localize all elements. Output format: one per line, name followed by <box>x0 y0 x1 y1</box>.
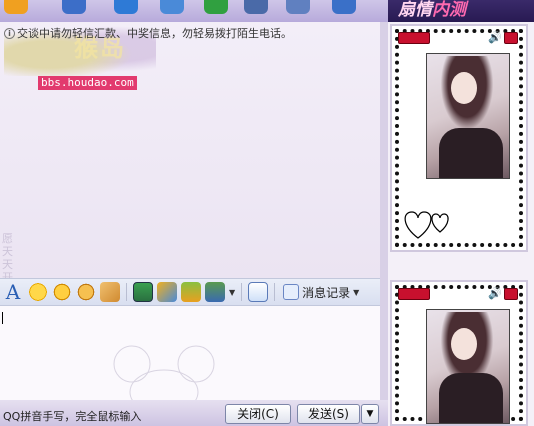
chat-history-pane[interactable]: 猴岛 bbs.houdao.com i 交谈中请勿轻信汇款、中奖信息，勿轻易拨打… <box>0 22 380 297</box>
history-icon <box>283 284 300 300</box>
magic-emoticon-icon[interactable] <box>52 282 72 302</box>
panel-divider[interactable] <box>380 22 388 400</box>
doodle-icon[interactable] <box>76 282 96 302</box>
info-icon: i <box>4 27 15 39</box>
text-cursor <box>2 312 3 324</box>
toolbar-separator <box>126 283 127 301</box>
shield-icon[interactable] <box>332 0 356 14</box>
logo-url: bbs.houdao.com <box>38 76 137 90</box>
show-badge[interactable] <box>398 288 430 300</box>
bottom-bar: QQ拼音手写，完全鼠标输入 关闭(C) 发送(S) ▼ <box>0 400 388 426</box>
promo-text-b: 内测 <box>432 0 466 20</box>
speaker-icon[interactable]: 🔊 <box>488 288 502 300</box>
chevron-down-icon[interactable]: ▼ <box>229 288 235 297</box>
add-icon[interactable] <box>204 0 228 14</box>
portrait-body <box>439 373 503 423</box>
promo-banner[interactable]: 扇情内测 <box>388 0 534 22</box>
gift-icon[interactable] <box>181 282 201 302</box>
top-toolbar <box>0 0 388 22</box>
music-icon[interactable] <box>157 282 177 302</box>
toolbar-separator <box>241 283 243 301</box>
chevron-down-icon: ▼ <box>353 287 360 297</box>
shake-icon[interactable] <box>100 282 120 302</box>
format-toolbar: A ▼ 消息记录 ▼ <box>0 278 380 306</box>
security-notice: i 交谈中请勿轻信汇款、中奖信息，勿轻易拨打陌生电话。 <box>4 25 292 41</box>
settings-icon[interactable] <box>286 0 310 14</box>
promo-text-a: 扇情 <box>398 0 432 20</box>
smiley-icon[interactable] <box>28 282 48 302</box>
portrait-face <box>451 328 477 360</box>
avatar-portrait <box>426 309 510 424</box>
send-options-button[interactable]: ▼ <box>361 404 379 424</box>
board-icon[interactable] <box>244 0 268 14</box>
soso-icon[interactable] <box>248 282 269 302</box>
send-button[interactable]: 发送(S) <box>297 404 360 424</box>
font-button[interactable]: A <box>2 280 24 304</box>
speaker-icon[interactable]: 🔊 <box>488 32 502 44</box>
card-close-icon[interactable] <box>504 32 518 44</box>
video-icon[interactable] <box>114 0 138 14</box>
show-badge[interactable] <box>398 32 430 44</box>
portrait-face <box>451 72 477 104</box>
card-close-icon[interactable] <box>504 288 518 300</box>
toolbar-separator <box>274 283 276 301</box>
app-icon[interactable] <box>4 0 28 14</box>
qq-show-card[interactable]: 🔊 <box>390 280 528 426</box>
close-button[interactable]: 关闭(C) <box>225 404 291 424</box>
rich-text-icon[interactable] <box>205 282 225 302</box>
portrait-body <box>439 128 503 178</box>
avatar-portrait <box>426 53 510 179</box>
screenshot-icon[interactable] <box>133 282 153 302</box>
message-history-button[interactable]: 消息记录 ▼ <box>283 284 359 301</box>
file-icon[interactable] <box>160 0 184 14</box>
show-panel: 🔊 🔊 <box>388 22 534 426</box>
message-history-label: 消息记录 <box>302 285 351 300</box>
message-input[interactable] <box>0 306 380 412</box>
hearts-decoration <box>404 211 449 239</box>
security-notice-text: 交谈中请勿轻信汇款、中奖信息，勿轻易拨打陌生电话。 <box>17 27 292 40</box>
ime-status-text: QQ拼音手写，完全鼠标输入 <box>3 410 142 423</box>
qq-show-card[interactable]: 🔊 <box>390 24 528 252</box>
contact-icon[interactable] <box>62 0 86 14</box>
